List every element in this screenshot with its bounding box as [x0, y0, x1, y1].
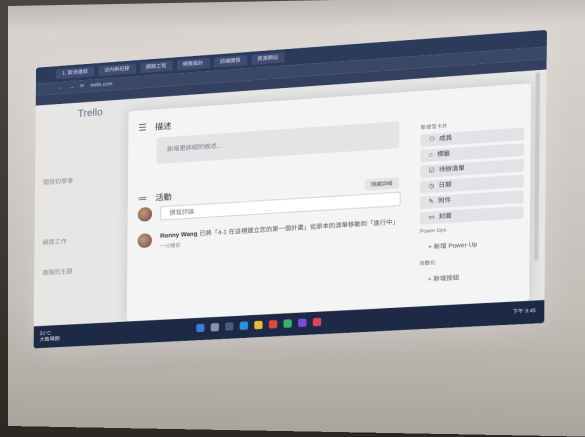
- plus-icon: +: [428, 244, 432, 252]
- avatar: [137, 233, 152, 249]
- avatar: [137, 206, 153, 222]
- add-automation-button[interactable]: + 新增按鈕: [419, 265, 523, 288]
- add-powerup-button[interactable]: + 新增 Power-Up: [419, 232, 523, 256]
- activity-icon: ≔: [137, 193, 148, 204]
- dates-label: 日期: [438, 182, 452, 190]
- browser-tab[interactable]: 網路工程: [139, 60, 173, 74]
- activity-heading: 活動: [155, 192, 172, 203]
- app-icon[interactable]: [312, 317, 322, 327]
- app-icon[interactable]: [283, 319, 292, 328]
- cover-icon: ▭: [428, 214, 435, 222]
- add-powerup-label: 新增 Power-Up: [433, 242, 478, 251]
- board-list-label: 網頁工作: [42, 239, 67, 247]
- screen-roller: [8, 0, 585, 35]
- browser-tab[interactable]: 資源網站: [250, 52, 285, 65]
- plus-icon: +: [427, 276, 432, 284]
- attachment-label: 附件: [438, 197, 452, 205]
- chrome-icon[interactable]: [268, 319, 278, 329]
- checklist-icon: ☑: [428, 167, 435, 175]
- card-sidebar: 新增至卡片 ⚇ 成員 ⌂ 標籤 ☑ 待辦清單 ◷ 日期 ✎ 附件 ▭ 封面 Po…: [419, 113, 525, 288]
- activity-header: ≔ 活動: [138, 191, 172, 204]
- activity-user[interactable]: Ronny Wang: [160, 232, 198, 240]
- description-input[interactable]: 新增更詳細的敘述...: [156, 121, 400, 165]
- search-icon[interactable]: [210, 322, 220, 332]
- card-detail-modal: ☰ 描述 新增更詳細的敘述... ≔ 活動 隱藏詳細 撰寫評論 Ronny Wa…: [126, 83, 532, 322]
- checklist-label: 待辦清單: [438, 165, 465, 174]
- hide-details-button[interactable]: 隱藏詳細: [364, 177, 399, 191]
- app-icon[interactable]: [298, 318, 307, 328]
- activity-body: Ronny Wang 已將「4-1 在這裡建立您的第一個計畫」從原本的清單移動到…: [160, 219, 399, 250]
- app-title: Trello: [77, 107, 103, 120]
- url-text[interactable]: trello.com: [90, 81, 112, 89]
- user-icon: ⚇: [429, 136, 435, 144]
- description-header: ☰ 描述: [139, 120, 172, 133]
- browser-tab[interactable]: 前端開發: [213, 55, 247, 68]
- members-label: 成員: [439, 135, 453, 143]
- cover-label: 封面: [438, 213, 452, 221]
- taskbar-icons: [196, 317, 322, 333]
- browser-tab[interactable]: 法內新紀錄: [97, 63, 136, 77]
- comment-row: 撰寫評論: [137, 191, 401, 222]
- browser-tab[interactable]: 網頁設計: [176, 57, 210, 71]
- start-icon[interactable]: [196, 323, 205, 333]
- projector-screen: 1. 取消連結 法內新紀錄 網路工程 網頁設計 前端開發 資源網站 ← → ⟳ …: [8, 0, 585, 437]
- clock-icon: ◷: [428, 183, 435, 190]
- board-list-label: 進階的主題: [42, 269, 73, 277]
- tag-icon: ⌂: [428, 152, 433, 159]
- task-view-icon[interactable]: [225, 322, 234, 331]
- description-heading: 描述: [154, 121, 172, 132]
- forward-icon[interactable]: →: [69, 84, 74, 90]
- browser-tab[interactable]: 1. 取消連結: [55, 66, 94, 80]
- weather-widget[interactable]: 31°C 大致晴朗: [39, 330, 60, 344]
- comment-input[interactable]: 撰寫評論: [160, 191, 401, 221]
- edge-icon[interactable]: [239, 321, 249, 331]
- reload-icon[interactable]: ⟳: [80, 83, 84, 89]
- system-tray-clock[interactable]: 下午 3:45: [513, 307, 536, 315]
- labels-label: 標籤: [437, 151, 451, 159]
- description-icon: ☰: [138, 122, 147, 133]
- weather-text: 大致晴朗: [39, 336, 60, 344]
- board-list-label: 開發初學者: [42, 178, 74, 187]
- cover-button[interactable]: ▭ 封面: [419, 206, 524, 225]
- paperclip-icon: ✎: [428, 198, 434, 206]
- back-icon[interactable]: ←: [58, 85, 63, 91]
- activity-item: Ronny Wang 已將「4-1 在這裡建立您的第一個計畫」從原本的清單移動到…: [137, 218, 414, 252]
- folder-icon[interactable]: [254, 320, 263, 330]
- add-button-label: 新增按鈕: [433, 275, 460, 283]
- projected-display: 1. 取消連結 法內新紀錄 網路工程 網頁設計 前端開發 資源網站 ← → ⟳ …: [33, 29, 547, 349]
